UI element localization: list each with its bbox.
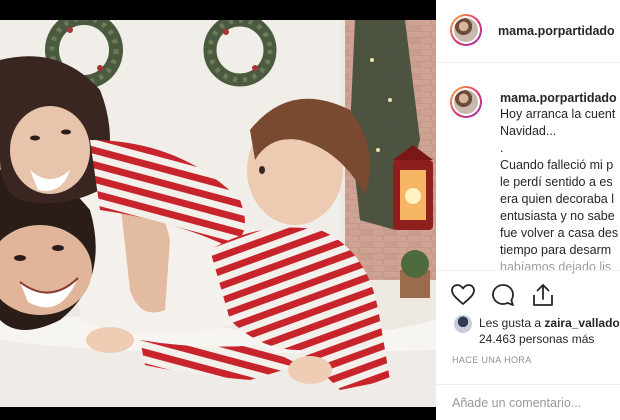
likes-count[interactable]: 24.463 personas más [479,332,594,346]
likes-prefix: Les gusta a [479,316,545,330]
caption-line: era quien decoraba l [500,192,614,206]
post-photo[interactable] [0,20,436,407]
caption-line: habíamos dejado lis [500,260,612,274]
caption-line: le perdí sentido a es [500,175,613,189]
caption-line: tiempo para desarm [500,243,612,257]
liker-avatar[interactable] [454,315,472,333]
comment-icon[interactable] [490,282,516,308]
author-username[interactable]: mama.porpartidado [498,24,615,38]
avatar-photo [454,90,478,114]
caption-line: entusiasta y no sabe [500,209,615,223]
liker-username[interactable]: zaira_vallado [544,316,619,330]
post-timestamp: HACE UNA HORA [452,355,532,365]
share-icon[interactable] [530,282,556,308]
author-avatar[interactable] [450,14,482,46]
avatar-photo [454,18,478,42]
header-divider [436,62,620,63]
heart-icon[interactable] [450,282,476,308]
lantern [393,145,433,230]
comment-divider [436,384,620,385]
likes-summary: Les gusta a zaira_vallado [479,316,620,330]
caption-line: Hoy arranca la cuent [500,107,616,121]
post-caption: Hoy arranca la cuent Navidad... . Cuando… [500,106,620,276]
actions-divider [436,270,620,271]
caption-author-username[interactable]: mama.porpartidado [500,91,617,105]
caption-line: Cuando falleció mi p [500,158,614,172]
comment-input[interactable]: Añade un comentario... [452,396,581,410]
bottom-black-bar [0,407,436,420]
caption-author-avatar[interactable] [450,86,482,118]
caption-line: . [500,141,504,155]
caption-line: fue volver a casa des [500,226,619,240]
post-side-panel: mama.porpartidado mama.porpartidado Hoy … [436,0,620,420]
caption-line: Navidad... [500,124,557,138]
